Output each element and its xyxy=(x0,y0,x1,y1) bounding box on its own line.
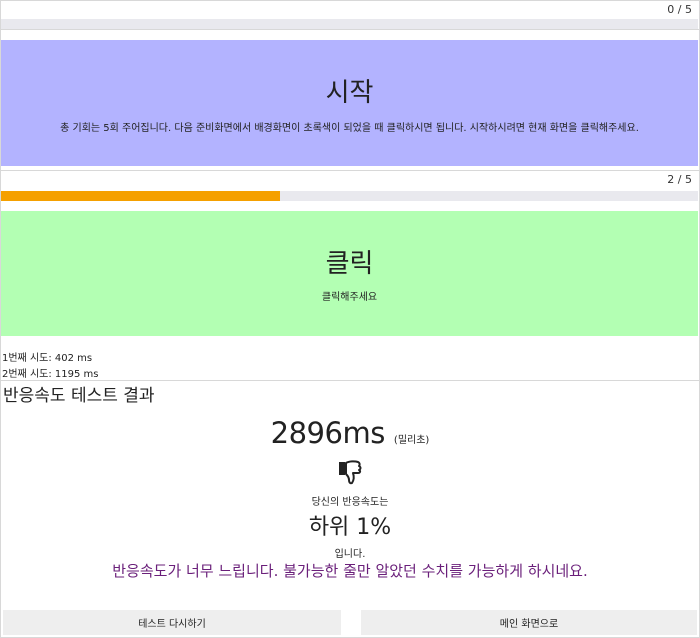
start-title: 시작 xyxy=(325,78,374,108)
result-message: 반응속도가 너무 느립니다. 불가능한 줄만 알았던 수치를 가능하게 하시네요… xyxy=(112,562,588,580)
start-description: 총 기회는 5회 주어집니다. 다음 준비화면에서 배경화면이 초록색이 되었을… xyxy=(60,123,639,134)
attempt-counter: 0 / 5 xyxy=(667,3,692,16)
result-time: 2896ms (밀리초) xyxy=(0,416,700,450)
result-ms-value: 2896ms xyxy=(270,416,386,450)
divider xyxy=(0,170,700,171)
progress-track xyxy=(1,191,698,201)
attempt-record-2: 2번째 시도: 1195 ms xyxy=(2,369,99,380)
result-ms-unit: (밀리초) xyxy=(393,435,430,446)
rank-suffix: 입니다. xyxy=(334,549,366,560)
attempt-counter: 2 / 5 xyxy=(667,173,692,186)
result-title: 반응속도 테스트 결과 xyxy=(3,386,155,406)
click-description: 클릭해주세요 xyxy=(321,292,378,303)
start-panel[interactable]: 시작 총 기회는 5회 주어집니다. 다음 준비화면에서 배경화면이 초록색이 … xyxy=(1,40,698,166)
thumbs-down-icon xyxy=(335,457,365,487)
retry-button[interactable]: 테스트 다시하기 xyxy=(3,610,341,635)
click-panel[interactable]: 클릭 클릭해주세요 xyxy=(1,211,698,336)
rank-value: 하위 1% xyxy=(308,515,392,540)
your-speed-label: 당신의 반응속도는 xyxy=(311,497,389,508)
click-title: 클릭 xyxy=(325,249,374,279)
progress-fill xyxy=(1,191,280,201)
attempt-record-1: 1번째 시도: 402 ms xyxy=(2,353,93,364)
home-button[interactable]: 메인 화면으로 xyxy=(361,610,697,635)
progress-track xyxy=(1,19,698,29)
divider xyxy=(0,29,700,30)
